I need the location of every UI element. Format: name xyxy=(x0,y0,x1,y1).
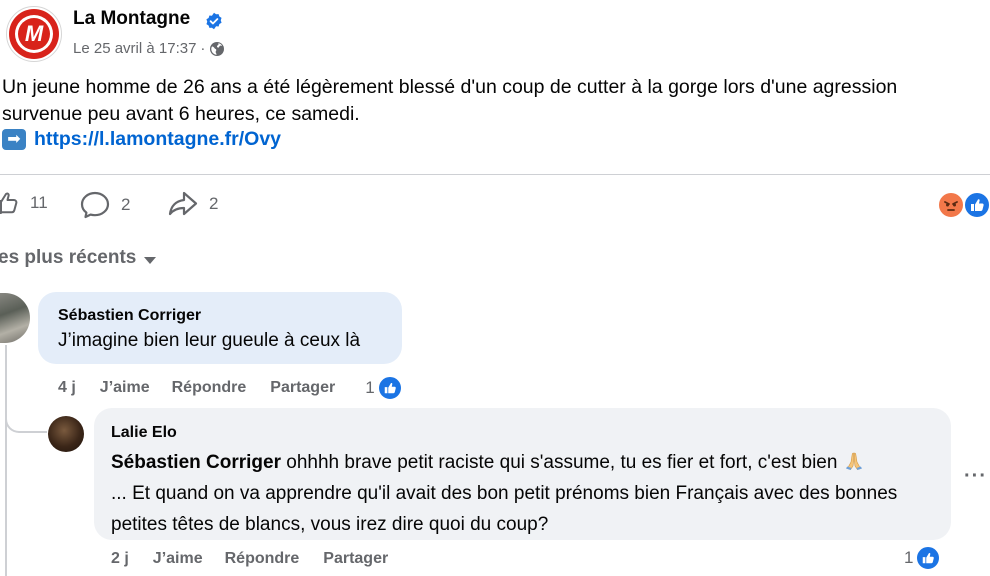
like-count: 11 xyxy=(30,193,48,212)
share-arrow-icon xyxy=(168,191,198,216)
post-divider xyxy=(0,174,990,175)
verified-badge-icon xyxy=(206,12,222,30)
page-avatar[interactable]: M xyxy=(6,6,62,62)
like-reaction-icon xyxy=(963,191,990,219)
post-link-line: ➡ https://l.lamontagne.fr/Ovy xyxy=(2,128,281,151)
comment-text: J’imagine bien leur gueule à ceux là xyxy=(58,330,361,351)
comment-count: 2 xyxy=(121,195,131,214)
globe-icon xyxy=(210,41,225,56)
share-action[interactable]: 2 xyxy=(167,190,218,218)
comment-bubble-icon xyxy=(80,191,110,219)
page-name[interactable]: La Montagne xyxy=(73,8,190,30)
comment-age[interactable]: 4 j xyxy=(58,379,76,397)
more-options-icon[interactable]: ··· xyxy=(964,465,987,488)
reply-like-button[interactable]: J’aime xyxy=(153,550,203,568)
reply-like-number: 1 xyxy=(904,548,914,567)
share-count: 2 xyxy=(209,194,219,213)
sort-label: es plus récents xyxy=(0,247,137,268)
reply-text-rest: ... Et quand on va apprendre qu'il avait… xyxy=(111,483,898,535)
like-reaction-icon xyxy=(915,545,942,571)
like-action[interactable]: 11 xyxy=(0,190,48,216)
comment-reply-button[interactable]: Répondre xyxy=(172,379,247,397)
angry-reaction-icon xyxy=(937,191,965,219)
reply-share-button[interactable]: Partager xyxy=(323,550,388,568)
comment-bubble xyxy=(38,292,402,364)
meta-separator: · xyxy=(200,40,206,57)
reply-author[interactable]: Lalie Elo xyxy=(111,424,177,442)
thread-line xyxy=(5,345,7,576)
reply-meta: 2 j J’aime Répondre Partager xyxy=(111,550,388,568)
commenter-avatar[interactable] xyxy=(0,293,30,343)
reply-like-count[interactable]: 1 xyxy=(904,545,942,571)
post-text: Un jeune homme de 26 ans a été légèremen… xyxy=(2,76,898,125)
comment-like-count[interactable]: 1 xyxy=(365,375,403,401)
post-timestamp[interactable]: Le 25 avril à 17:37 xyxy=(73,40,196,57)
thumbs-up-icon xyxy=(0,192,18,214)
comment-share-button[interactable]: Partager xyxy=(270,379,335,397)
comment-meta: 4 j J’aime Répondre Partager 1 xyxy=(58,375,403,401)
reply-age[interactable]: 2 j xyxy=(111,550,129,568)
caret-down-icon xyxy=(144,256,157,264)
like-reaction-icon xyxy=(376,375,403,401)
comment-action[interactable]: 2 xyxy=(79,190,130,220)
reply-text-line1: ohhhh brave petit raciste qui s'assume, … xyxy=(281,452,843,473)
reply-author-avatar[interactable] xyxy=(48,416,84,452)
comment-sort-dropdown[interactable]: es plus récents xyxy=(0,247,157,269)
comment-like-button[interactable]: J’aime xyxy=(100,379,150,397)
post-meta: Le 25 avril à 17:37 · xyxy=(73,40,225,57)
reaction-summary[interactable] xyxy=(937,191,990,219)
page-logo-letter: M xyxy=(18,18,50,50)
comment-like-number: 1 xyxy=(365,378,375,397)
comment-author[interactable]: Sébastien Corriger xyxy=(58,307,201,325)
reply-text: Sébastien Corriger ohhhh brave petit rac… xyxy=(111,447,941,540)
praying-hands-icon xyxy=(845,452,862,470)
reply-reply-button[interactable]: Répondre xyxy=(225,550,300,568)
right-arrow-icon: ➡ xyxy=(2,129,26,150)
reply-branch-line xyxy=(5,405,47,433)
reply-mention[interactable]: Sébastien Corriger xyxy=(111,452,281,473)
post-link[interactable]: https://l.lamontagne.fr/Ovy xyxy=(34,128,281,151)
